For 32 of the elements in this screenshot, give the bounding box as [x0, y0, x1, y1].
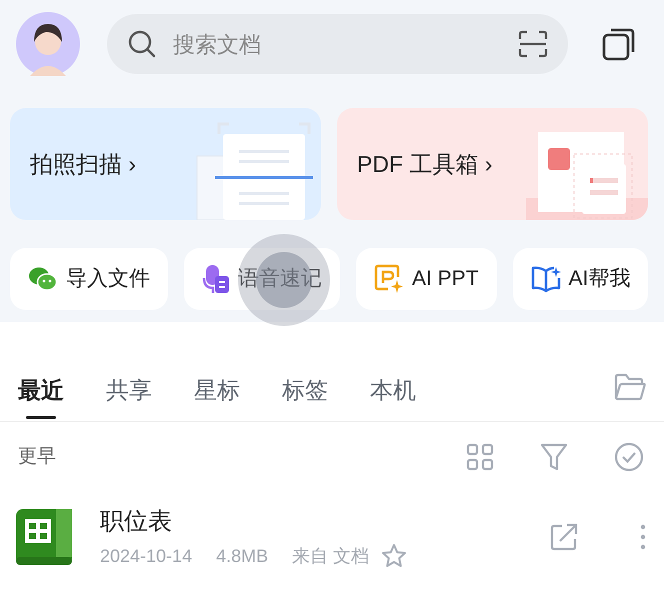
open-book-icon — [530, 265, 561, 293]
tab[interactable]: 共享 — [106, 372, 152, 421]
feature-card[interactable]: PDF 工具箱 › — [337, 108, 648, 220]
scan-icon[interactable] — [518, 30, 548, 58]
search-bar[interactable]: 搜索文档 — [107, 14, 568, 74]
sparkle-slide-icon — [374, 264, 404, 294]
feature-card[interactable]: 拍照扫描 › — [10, 108, 321, 220]
file-source: 来自 文档 — [292, 544, 370, 568]
folder-icon[interactable] — [614, 373, 646, 401]
file-date: 2024-10-14 — [100, 544, 192, 568]
tab[interactable]: 最近 — [18, 372, 64, 421]
tab[interactable]: 标签 — [282, 372, 328, 421]
avatar[interactable] — [16, 12, 80, 76]
filter-icon[interactable] — [540, 442, 568, 472]
quick-action-chip[interactable]: AI帮我 — [512, 248, 648, 310]
tab[interactable]: 星标 — [194, 372, 240, 421]
grid-icon[interactable] — [466, 443, 494, 471]
star-icon[interactable] — [381, 543, 408, 569]
more-icon[interactable] — [640, 524, 646, 550]
copy-icon[interactable] — [602, 27, 636, 61]
spreadsheet-file-icon — [16, 509, 72, 565]
section-label: 更早 — [18, 444, 56, 469]
file-name[interactable]: 职位表 — [100, 504, 408, 538]
file-size: 4.8MB — [216, 544, 268, 568]
search-field[interactable]: 搜索文档 — [173, 28, 518, 60]
microphone-note-icon — [202, 264, 230, 294]
quick-action-chip[interactable]: 导入文件 — [10, 248, 168, 310]
share-icon[interactable] — [550, 523, 578, 551]
quick-action-chip[interactable]: AI PPT — [356, 248, 497, 310]
check-circle-icon[interactable] — [614, 442, 644, 472]
search-icon — [127, 29, 157, 59]
tab[interactable]: 本机 — [370, 372, 416, 421]
